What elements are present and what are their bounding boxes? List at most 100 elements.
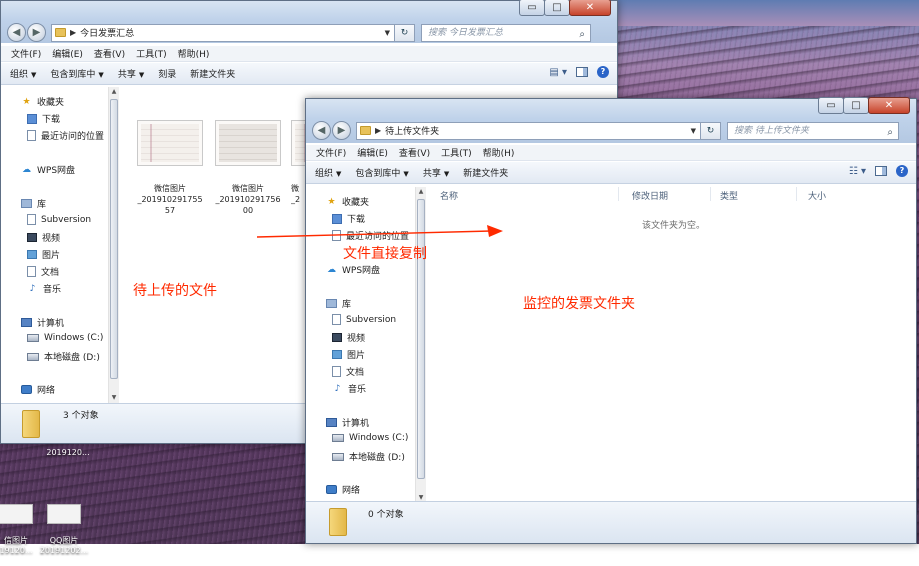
burn-button[interactable]: 刻录 [158, 67, 176, 80]
minimize-button[interactable]: ▭ [818, 97, 844, 114]
nav-computer[interactable]: 计算机 [21, 316, 64, 329]
nav-favorites[interactable]: ★ 收藏夹 [326, 195, 369, 209]
help-icon[interactable]: ? [896, 165, 908, 177]
library-icon [21, 199, 32, 208]
explorer-window-upload[interactable]: ▭ □ ✕ ◀ ▶ ▶ 待上传文件夹 ▼ ↻ 搜索 待上传文件夹 ⌕ 文件(F)… [305, 97, 917, 544]
nav-wps-cloud[interactable]: ☁ WPS网盘 [326, 263, 380, 277]
nav-wps-cloud[interactable]: ☁ WPS网盘 [21, 163, 75, 177]
column-header-row: 名称 修改日期 类型 大小 [428, 187, 916, 203]
nav-music[interactable]: ♪ 音乐 [332, 382, 366, 396]
preview-pane-icon[interactable] [576, 67, 588, 77]
file-item[interactable]: 微信图片 _201910291755 57 [135, 109, 205, 227]
menu-view[interactable]: 查看(V) [94, 47, 125, 60]
organize-button[interactable]: 组织 ▼ [315, 166, 341, 179]
back-button[interactable]: ◀ [7, 23, 26, 42]
address-bar[interactable]: ▶ 待上传文件夹 ▼ [356, 121, 701, 140]
forward-button[interactable]: ▶ [332, 121, 351, 140]
menu-file[interactable]: 文件(F) [11, 47, 41, 60]
include-in-library-button[interactable]: 包含到库中 ▼ [355, 166, 408, 179]
breadcrumb-chevron-icon[interactable]: ▶ [70, 28, 76, 37]
nav-favorites[interactable]: ★ 收藏夹 [21, 95, 64, 109]
scrollbar-thumb[interactable] [110, 99, 118, 379]
view-controls: ▤ ▾ ? [540, 66, 609, 78]
help-icon[interactable]: ? [597, 66, 609, 78]
nav-libraries[interactable]: 库 [21, 197, 46, 210]
nav-videos[interactable]: 视频 [27, 231, 60, 244]
nav-recent-places[interactable]: 最近访问的位置 [27, 129, 104, 142]
address-bar[interactable]: ▶ 今日发票汇总 ▼ [51, 23, 395, 42]
nav-music[interactable]: ♪ 音乐 [27, 282, 61, 296]
breadcrumb-chevron-icon[interactable]: ▶ [375, 126, 381, 135]
maximize-button[interactable]: □ [544, 0, 570, 16]
chevron-down-icon[interactable]: ▼ [385, 29, 390, 37]
nav-drive-c[interactable]: Windows (C:) [27, 333, 103, 343]
new-folder-button[interactable]: 新建文件夹 [463, 166, 508, 179]
nav-videos[interactable]: 视频 [332, 331, 365, 344]
nav-subversion[interactable]: Subversion [332, 314, 396, 325]
preview-pane-icon[interactable] [875, 166, 887, 176]
share-button[interactable]: 共享 ▼ [423, 166, 449, 179]
nav-pictures[interactable]: 图片 [27, 248, 60, 261]
folder-icon [329, 508, 347, 536]
nav-subversion[interactable]: Subversion [27, 214, 91, 225]
menu-view[interactable]: 查看(V) [399, 146, 430, 159]
refresh-button[interactable]: ↻ [395, 23, 415, 42]
file-item[interactable]: 微信图片 _201910291756 00 [213, 109, 283, 227]
column-type[interactable]: 类型 [720, 189, 738, 202]
nav-network[interactable]: 网络 [326, 483, 360, 496]
nav-documents[interactable]: 文档 [332, 365, 364, 378]
menu-bar: 文件(F) 编辑(E) 查看(V) 工具(T) 帮助(H) [306, 145, 916, 161]
nav-drive-c[interactable]: Windows (C:) [332, 433, 408, 443]
search-input[interactable]: 搜索 待上传文件夹 ⌕ [727, 121, 899, 141]
include-in-library-button[interactable]: 包含到库中 ▼ [50, 67, 103, 80]
chevron-down-icon[interactable]: ▼ [691, 127, 696, 135]
column-date-modified[interactable]: 修改日期 [632, 189, 668, 202]
menu-file[interactable]: 文件(F) [316, 146, 346, 159]
refresh-button[interactable]: ↻ [701, 121, 721, 140]
breadcrumb-current[interactable]: 待上传文件夹 [385, 124, 439, 137]
share-button[interactable]: 共享 ▼ [118, 67, 144, 80]
subversion-icon [27, 214, 36, 225]
desktop-icon-image-1[interactable]: 2019120... [38, 448, 98, 458]
forward-button[interactable]: ▶ [27, 23, 46, 42]
search-input[interactable]: 搜索 今日发票汇总 ⌕ [421, 23, 591, 43]
star-icon: ★ [327, 196, 336, 207]
details-pane: 0 个对象 [306, 501, 916, 543]
nav-pictures[interactable]: 图片 [332, 348, 365, 361]
computer-icon [21, 318, 32, 327]
item-count: 3 个对象 [63, 411, 99, 421]
nav-computer[interactable]: 计算机 [326, 416, 369, 429]
nav-libraries[interactable]: 库 [326, 297, 351, 310]
menu-help[interactable]: 帮助(H) [178, 47, 210, 60]
menu-help[interactable]: 帮助(H) [483, 146, 515, 159]
desktop-icon-qq-image[interactable]: QQ图片 20191202... [34, 494, 94, 566]
menu-tools[interactable]: 工具(T) [136, 47, 167, 60]
document-icon [27, 266, 36, 277]
nav-drive-d[interactable]: 本地磁盘 (D:) [332, 450, 405, 463]
image-thumbnail [137, 120, 203, 166]
back-button[interactable]: ◀ [312, 121, 331, 140]
empty-folder-message: 该文件夹为空。 [642, 221, 706, 231]
close-button[interactable]: ✕ [569, 0, 611, 16]
change-view-icon[interactable]: ☷ ▾ [849, 166, 866, 177]
search-icon[interactable]: ⌕ [579, 27, 585, 43]
nav-scrollbar[interactable]: ▲ ▼ [108, 87, 119, 403]
column-size[interactable]: 大小 [808, 189, 826, 202]
organize-button[interactable]: 组织 ▼ [10, 67, 36, 80]
music-icon: ♪ [29, 283, 36, 294]
menu-tools[interactable]: 工具(T) [441, 146, 472, 159]
menu-edit[interactable]: 编辑(E) [357, 146, 388, 159]
nav-drive-d[interactable]: 本地磁盘 (D:) [27, 350, 100, 363]
nav-documents[interactable]: 文档 [27, 265, 59, 278]
maximize-button[interactable]: □ [843, 97, 869, 114]
close-button[interactable]: ✕ [868, 97, 910, 114]
nav-downloads[interactable]: 下载 [27, 112, 60, 125]
nav-network[interactable]: 网络 [21, 383, 55, 396]
search-icon[interactable]: ⌕ [887, 125, 893, 141]
breadcrumb-current[interactable]: 今日发票汇总 [80, 26, 134, 39]
menu-edit[interactable]: 编辑(E) [52, 47, 83, 60]
minimize-button[interactable]: ▭ [519, 0, 545, 16]
column-name[interactable]: 名称 [440, 189, 458, 202]
new-folder-button[interactable]: 新建文件夹 [190, 67, 235, 80]
change-view-icon[interactable]: ▤ ▾ [549, 67, 567, 78]
